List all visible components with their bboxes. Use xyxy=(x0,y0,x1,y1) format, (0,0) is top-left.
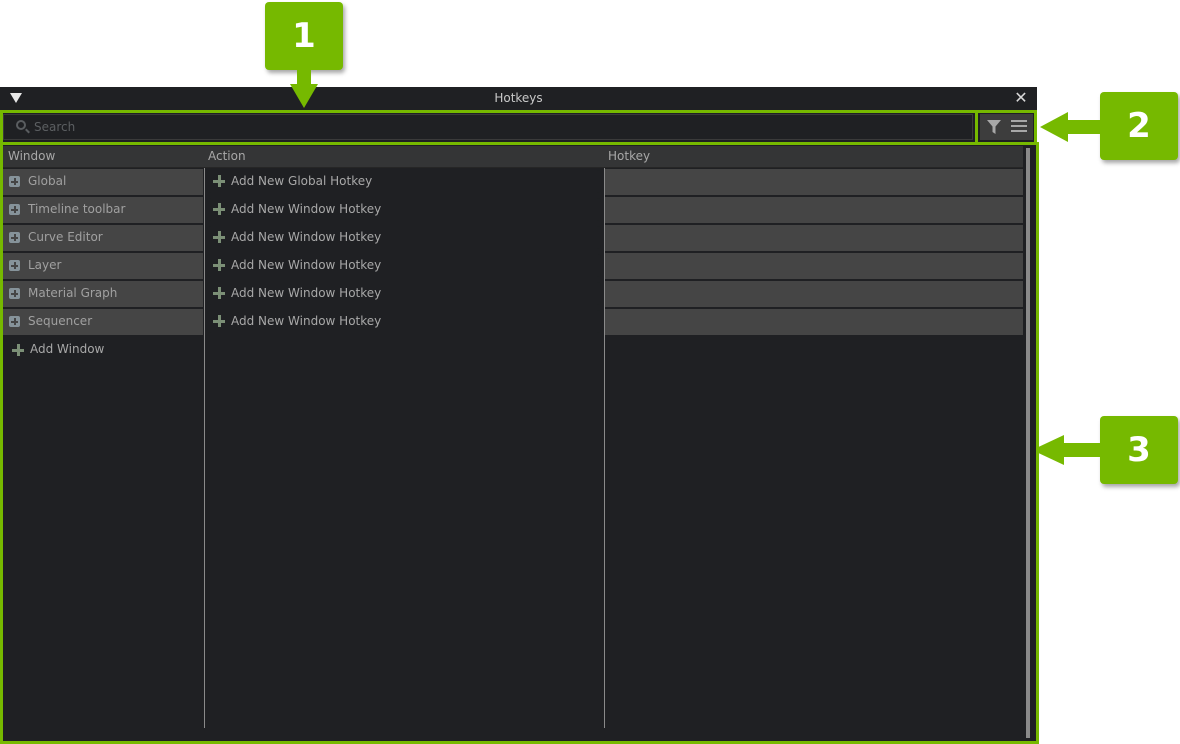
table-row: Layer Add New Window Hotkey xyxy=(3,253,1023,279)
hamburger-menu-icon[interactable] xyxy=(1011,120,1027,134)
expand-icon[interactable] xyxy=(9,204,20,215)
window-cell: Curve Editor xyxy=(3,225,203,251)
plus-icon xyxy=(213,203,225,215)
hotkey-cell[interactable] xyxy=(605,309,1023,335)
stage: 1 2 3 Hotkeys ✕ Window Act xyxy=(0,0,1180,744)
plus-icon xyxy=(213,315,225,327)
window-cell: Global xyxy=(3,169,203,195)
expand-icon[interactable] xyxy=(9,176,20,187)
search-field[interactable] xyxy=(3,114,973,140)
plus-icon xyxy=(213,175,225,187)
callout-2: 2 xyxy=(1100,92,1178,160)
plus-icon xyxy=(12,344,24,356)
expand-icon[interactable] xyxy=(9,316,20,327)
callout-1: 1 xyxy=(265,2,343,70)
window-title: Hotkeys xyxy=(494,91,543,105)
callout-3-arrow-shaft xyxy=(1062,443,1102,457)
search-input[interactable] xyxy=(34,117,954,137)
hotkey-cell[interactable] xyxy=(605,197,1023,223)
add-hotkey-label: Add New Window Hotkey xyxy=(231,258,382,272)
hotkey-cell[interactable] xyxy=(605,225,1023,251)
add-hotkey-label: Add New Window Hotkey xyxy=(231,230,382,244)
action-cell: Add New Window Hotkey xyxy=(205,197,603,223)
close-icon[interactable]: ✕ xyxy=(1013,89,1029,107)
add-window-hotkey-button[interactable]: Add New Window Hotkey xyxy=(207,254,601,277)
window-name: Layer xyxy=(28,258,62,272)
table-header: Window Action Hotkey xyxy=(3,146,1023,168)
action-cell: Add New Window Hotkey xyxy=(205,253,603,279)
action-cell: Add New Window Hotkey xyxy=(205,281,603,307)
add-window-hotkey-button[interactable]: Add New Window Hotkey xyxy=(207,198,601,221)
add-window-hotkey-button[interactable]: Add New Window Hotkey xyxy=(207,282,601,305)
add-hotkey-label: Add New Window Hotkey xyxy=(231,314,382,328)
add-window-label: Add Window xyxy=(30,342,105,356)
table-row: Material Graph Add New Window Hotkey xyxy=(3,281,1023,307)
table-row: Global Add New Global Hotkey xyxy=(3,169,1023,195)
window-cell: Sequencer xyxy=(3,309,203,335)
column-header-hotkey: Hotkey xyxy=(608,149,651,163)
column-header-window: Window xyxy=(8,149,56,163)
column-divider[interactable] xyxy=(604,168,605,728)
table-row: Timeline toolbar Add New Window Hotkey xyxy=(3,197,1023,223)
add-window-hotkey-button[interactable]: Add New Window Hotkey xyxy=(207,226,601,249)
add-hotkey-label: Add New Window Hotkey xyxy=(231,202,382,216)
search-icon xyxy=(16,120,26,130)
hotkeys-table: Window Action Hotkey Global Add New Glob… xyxy=(3,146,1034,741)
callout-2-arrow-head xyxy=(1040,112,1068,142)
add-hotkey-label: Add New Window Hotkey xyxy=(231,286,382,300)
expand-icon[interactable] xyxy=(9,288,20,299)
plus-icon xyxy=(213,259,225,271)
table-row: Sequencer Add New Window Hotkey xyxy=(3,309,1023,335)
hotkey-cell[interactable] xyxy=(605,281,1023,307)
callout-1-arrow-head xyxy=(290,84,318,108)
window-cell: Layer xyxy=(3,253,203,279)
title-bar: Hotkeys ✕ xyxy=(0,87,1037,110)
hotkeys-window: Hotkeys ✕ Window Action Hotkey xyxy=(0,87,1037,744)
add-hotkey-label: Add New Global Hotkey xyxy=(231,174,373,188)
filter-icon[interactable] xyxy=(987,120,1001,134)
plus-icon xyxy=(213,231,225,243)
hotkey-cell[interactable] xyxy=(605,169,1023,195)
add-window-hotkey-button[interactable]: Add New Window Hotkey xyxy=(207,310,601,333)
action-cell: Add New Global Hotkey xyxy=(205,169,603,195)
action-cell: Add New Window Hotkey xyxy=(205,309,603,335)
table-row: Curve Editor Add New Window Hotkey xyxy=(3,225,1023,251)
plus-icon xyxy=(213,287,225,299)
window-name: Timeline toolbar xyxy=(28,202,126,216)
action-cell: Add New Window Hotkey xyxy=(205,225,603,251)
window-name: Curve Editor xyxy=(28,230,103,244)
expand-icon[interactable] xyxy=(9,232,20,243)
vertical-scrollbar[interactable] xyxy=(1026,148,1030,738)
hotkey-cell[interactable] xyxy=(605,253,1023,279)
expand-icon[interactable] xyxy=(9,260,20,271)
column-header-action: Action xyxy=(208,149,246,163)
toolbar xyxy=(980,114,1033,140)
callout-2-arrow-shaft xyxy=(1066,120,1102,134)
window-cell: Timeline toolbar xyxy=(3,197,203,223)
window-name: Global xyxy=(28,174,67,188)
column-divider[interactable] xyxy=(204,168,205,728)
window-name: Material Graph xyxy=(28,286,118,300)
callout-3: 3 xyxy=(1100,416,1178,484)
window-cell: Material Graph xyxy=(3,281,203,307)
add-global-hotkey-button[interactable]: Add New Global Hotkey xyxy=(207,170,601,193)
window-name: Sequencer xyxy=(28,314,93,328)
